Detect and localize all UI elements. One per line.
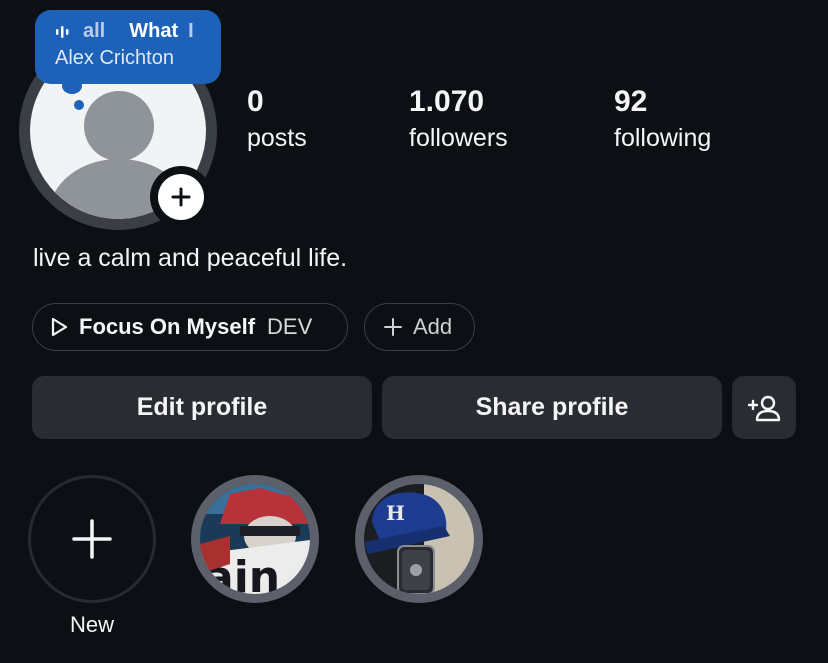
play-icon: [51, 317, 68, 337]
followers-count: 1.070: [409, 85, 485, 118]
posts-label: posts: [247, 124, 307, 152]
note-song-fragment: all: [83, 20, 106, 42]
note-author: Alex Crichton: [55, 47, 174, 69]
plus-icon: [171, 187, 191, 207]
share-profile-button[interactable]: Share profile: [382, 376, 722, 439]
highlight-cover-image: ain: [200, 484, 310, 594]
add-story-button[interactable]: [150, 166, 212, 228]
posts-stat[interactable]: 0 posts: [247, 84, 307, 156]
note-bubble[interactable]: all What I Alex Crichton: [35, 10, 221, 84]
add-link-chip[interactable]: Add: [364, 303, 475, 351]
svg-text:H: H: [386, 501, 405, 525]
audio-waveform-icon: [56, 25, 69, 38]
add-link-label: Add: [413, 314, 453, 339]
highlight-cover-image: H: [364, 484, 474, 594]
new-highlight-button[interactable]: [28, 475, 156, 603]
new-highlight-label: New: [69, 612, 114, 637]
music-title: Focus On Myself: [79, 314, 256, 339]
story-highlight[interactable]: ain: [191, 475, 319, 603]
note-song-fragment: What: [129, 20, 179, 42]
plus-icon: [384, 318, 402, 336]
followers-label: followers: [409, 124, 508, 152]
following-count: 92: [614, 85, 648, 118]
music-artist: DEV: [267, 314, 313, 339]
edit-profile-button[interactable]: Edit profile: [32, 376, 372, 439]
posts-count: 0: [247, 85, 264, 118]
note-bubble-tail-dot: [74, 100, 84, 110]
avatar-placeholder-head: [84, 91, 154, 161]
story-highlight[interactable]: H: [355, 475, 483, 603]
following-stat[interactable]: 92 following: [614, 84, 711, 156]
discover-people-button[interactable]: [732, 376, 796, 439]
followers-stat[interactable]: 1.070 followers: [409, 84, 508, 156]
plus-icon: [72, 519, 112, 559]
following-label: following: [614, 124, 712, 152]
note-song-fragment: I: [188, 20, 194, 42]
profile-music-chip[interactable]: Focus On Myself DEV: [32, 303, 348, 351]
bio-text: live a calm and peaceful life.: [33, 244, 348, 272]
profile-page: all What I Alex Crichton 0 posts 1.070 f…: [0, 0, 828, 663]
add-person-icon: [747, 395, 781, 421]
